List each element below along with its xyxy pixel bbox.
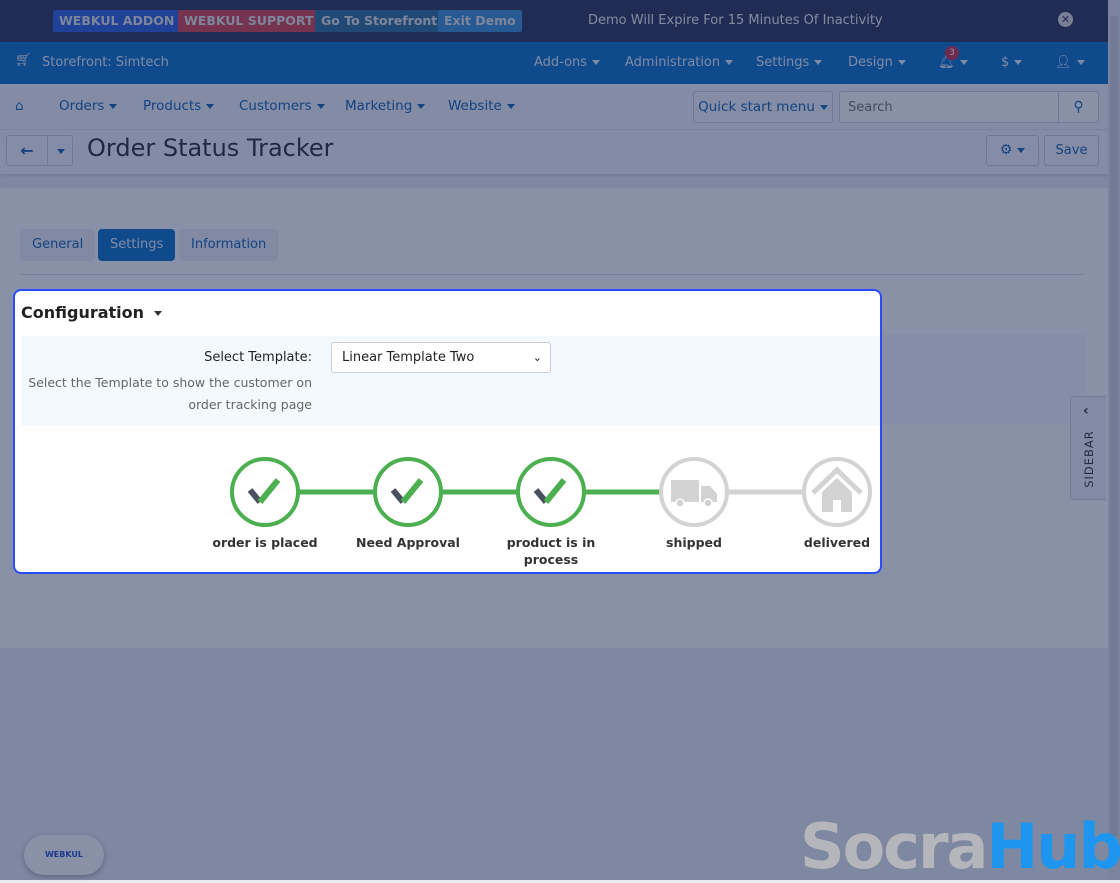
tracker-step-label: order is placed [212, 535, 318, 550]
tracker-step-label: shipped [666, 535, 722, 550]
truck-wheel-icon [675, 498, 685, 508]
tracker-step-label: Need Approval [356, 535, 460, 550]
configuration-panel: Configuration Select Template: Select th… [13, 289, 882, 574]
order-status-tracker [230, 457, 872, 527]
watermark-logo: SocraHub [800, 810, 1120, 883]
tracker-step-label: delivered [803, 535, 871, 550]
tracker-step-label: product is in process [506, 535, 596, 567]
truck-wheel-icon [703, 498, 713, 508]
